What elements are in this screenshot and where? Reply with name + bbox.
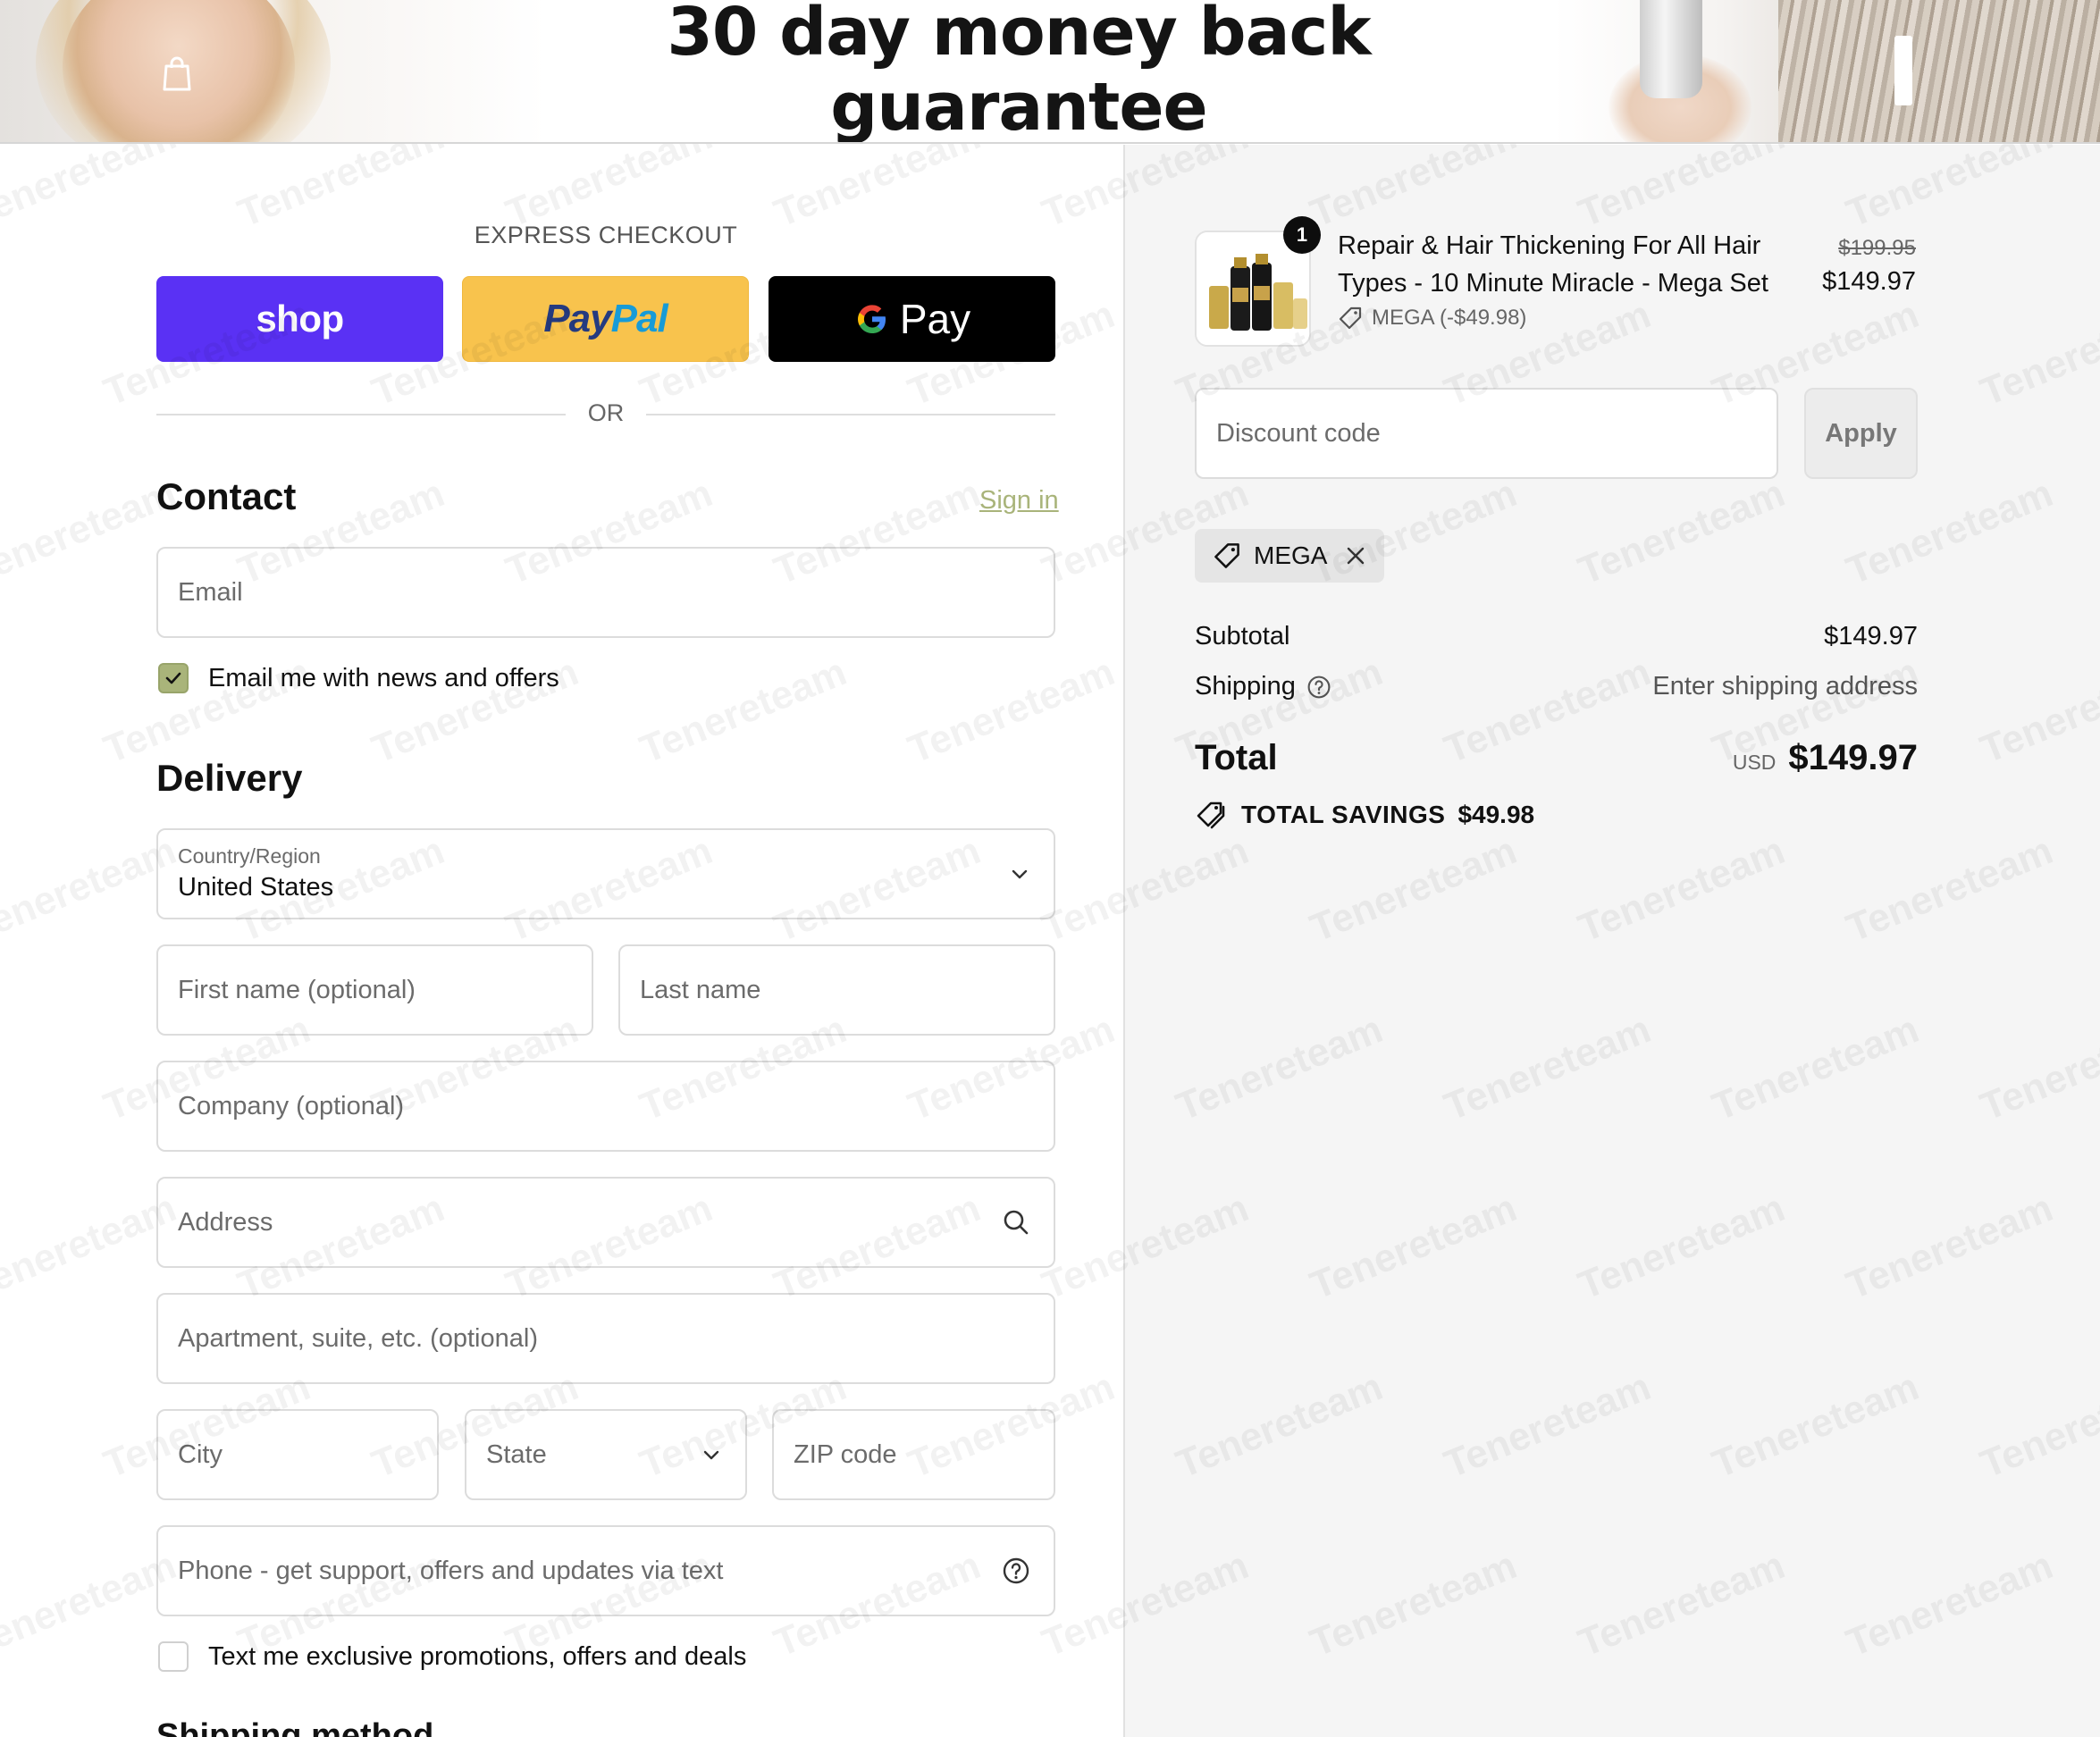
applied-discount-chip: MEGA xyxy=(1195,529,1385,583)
product-final-price: $149.97 xyxy=(1822,267,1916,296)
banner-model-hair-right xyxy=(1778,0,2100,142)
remove-discount-button[interactable] xyxy=(1345,545,1366,566)
applied-discount-code: MEGA xyxy=(1254,541,1328,569)
divider-line-left xyxy=(156,414,566,415)
product-title: Repair & Hair Thickening For All Hair Ty… xyxy=(1338,231,1768,298)
banner-headline: 30 day money back guarantee xyxy=(572,0,1466,144)
checkout-form-column: EXPRESS CHECKOUT shop PayPal Pay OR Cont… xyxy=(0,145,1123,1737)
discount-code-field[interactable]: Discount code xyxy=(1195,388,1778,479)
country-label: Country/Region xyxy=(178,844,321,868)
google-pay-label: Pay xyxy=(899,296,971,342)
news-optin-checkbox[interactable] xyxy=(158,663,189,693)
total-savings: TOTAL SAVINGS $49.98 xyxy=(1195,799,1534,831)
banner-headline-line-2: guarantee xyxy=(830,69,1207,144)
sms-optin-label: Text me exclusive promotions, offers and… xyxy=(208,1641,747,1671)
city-field[interactable]: City xyxy=(156,1409,439,1500)
total-amount-wrap: USD $149.97 xyxy=(1733,738,1918,778)
subtotal-row: Subtotal $149.97 xyxy=(1195,622,1918,651)
news-optin-label: Email me with news and offers xyxy=(208,663,559,692)
google-pay-button[interactable]: Pay xyxy=(769,276,1055,362)
total-savings-value: $49.98 xyxy=(1457,801,1535,828)
checkout-page: 30 day money back guarantee EXPRESS CHEC… xyxy=(0,0,2100,1737)
state-select[interactable]: State xyxy=(465,1409,747,1500)
last-name-field[interactable]: Last name xyxy=(618,944,1055,1036)
total-savings-label: TOTAL SAVINGS xyxy=(1241,801,1446,828)
shop-pay-button[interactable]: shop xyxy=(156,276,443,362)
checkmark-icon xyxy=(165,672,181,684)
total-value: $149.97 xyxy=(1788,738,1918,777)
product-discount-line: MEGA (-$49.98) xyxy=(1338,306,1526,331)
discount-code-placeholder: Discount code xyxy=(1216,418,1381,448)
phone-field[interactable]: Phone - get support, offers and updates … xyxy=(156,1525,1055,1616)
sign-in-link[interactable]: Sign in xyxy=(979,486,1059,516)
subtotal-label: Subtotal xyxy=(1195,622,1290,650)
divider-line-right xyxy=(646,414,1055,415)
address-placeholder: Address xyxy=(178,1207,273,1237)
banner-headline-line-1: 30 day money back xyxy=(667,0,1371,71)
paypal-label-pay: Pay xyxy=(543,297,611,340)
chevron-down-icon xyxy=(1012,869,1028,879)
country-value: United States xyxy=(178,873,334,902)
shipping-method-title: Shipping method xyxy=(156,1717,434,1737)
paypal-button[interactable]: PayPal xyxy=(462,276,749,362)
apply-discount-button[interactable]: Apply xyxy=(1804,388,1918,479)
shop-pay-label: shop xyxy=(256,298,344,340)
email-field[interactable]: Email xyxy=(156,547,1055,638)
subtotal-value: $149.97 xyxy=(1824,622,1918,650)
first-name-field[interactable]: First name (optional) xyxy=(156,944,593,1036)
apartment-placeholder: Apartment, suite, etc. (optional) xyxy=(178,1323,538,1353)
total-row: Total USD $149.97 xyxy=(1195,738,1918,778)
order-summary-column: 1 Repair & Hair Thickening For All Hair … xyxy=(1123,145,2100,1737)
shipping-row: Shipping Enter shipping address xyxy=(1195,672,1918,701)
paypal-logo: PayPal xyxy=(543,297,668,341)
company-field[interactable]: Company (optional) xyxy=(156,1061,1055,1152)
promo-banner: 30 day money back guarantee xyxy=(0,0,2100,144)
country-select[interactable]: Country/Region United States xyxy=(156,828,1055,919)
apartment-field[interactable]: Apartment, suite, etc. (optional) xyxy=(156,1293,1055,1384)
city-placeholder: City xyxy=(178,1439,223,1469)
sms-optin-row[interactable]: Text me exclusive promotions, offers and… xyxy=(158,1641,746,1672)
close-icon xyxy=(1348,547,1365,565)
banner-product-bottle xyxy=(1640,0,1702,98)
zip-field[interactable]: ZIP code xyxy=(772,1409,1055,1500)
help-circle-icon[interactable] xyxy=(1002,1557,1030,1585)
product-original-price: $199.95 xyxy=(1838,236,1916,260)
company-placeholder: Company (optional) xyxy=(178,1091,405,1120)
zip-placeholder: ZIP code xyxy=(794,1439,897,1469)
shipping-label-wrap: Shipping xyxy=(1195,672,1331,701)
or-text: OR xyxy=(587,399,625,426)
total-label: Total xyxy=(1195,738,1278,777)
total-currency: USD xyxy=(1732,751,1777,774)
savings-tags-icon xyxy=(1197,801,1225,829)
tag-icon xyxy=(1214,543,1239,568)
first-name-placeholder: First name (optional) xyxy=(178,975,416,1004)
help-circle-icon[interactable] xyxy=(1306,675,1331,700)
google-g-icon xyxy=(857,305,886,333)
shipping-label: Shipping xyxy=(1195,672,1296,701)
phone-placeholder: Phone - get support, offers and updates … xyxy=(178,1556,724,1585)
chevron-down-icon xyxy=(703,1450,719,1460)
tag-icon xyxy=(1339,306,1362,330)
shopping-bag-icon[interactable] xyxy=(161,55,193,91)
email-placeholder: Email xyxy=(178,577,243,607)
address-field[interactable]: Address xyxy=(156,1177,1055,1268)
news-optin-row[interactable]: Email me with news and offers xyxy=(158,663,559,693)
shipping-value: Enter shipping address xyxy=(1652,672,1918,701)
banner-menu-icon[interactable] xyxy=(1894,36,1912,105)
state-placeholder: State xyxy=(486,1439,547,1469)
product-discount-text: MEGA (-$49.98) xyxy=(1372,306,1527,330)
search-icon[interactable] xyxy=(1002,1208,1030,1237)
express-checkout-title: EXPRESS CHECKOUT xyxy=(474,222,738,248)
quantity-badge: 1 xyxy=(1283,216,1321,254)
or-divider: OR xyxy=(156,398,1055,430)
delivery-title: Delivery xyxy=(156,757,303,799)
contact-title: Contact xyxy=(156,475,297,517)
last-name-placeholder: Last name xyxy=(640,975,761,1004)
paypal-label-pal: Pal xyxy=(610,297,668,340)
sms-optin-checkbox[interactable] xyxy=(158,1641,189,1672)
